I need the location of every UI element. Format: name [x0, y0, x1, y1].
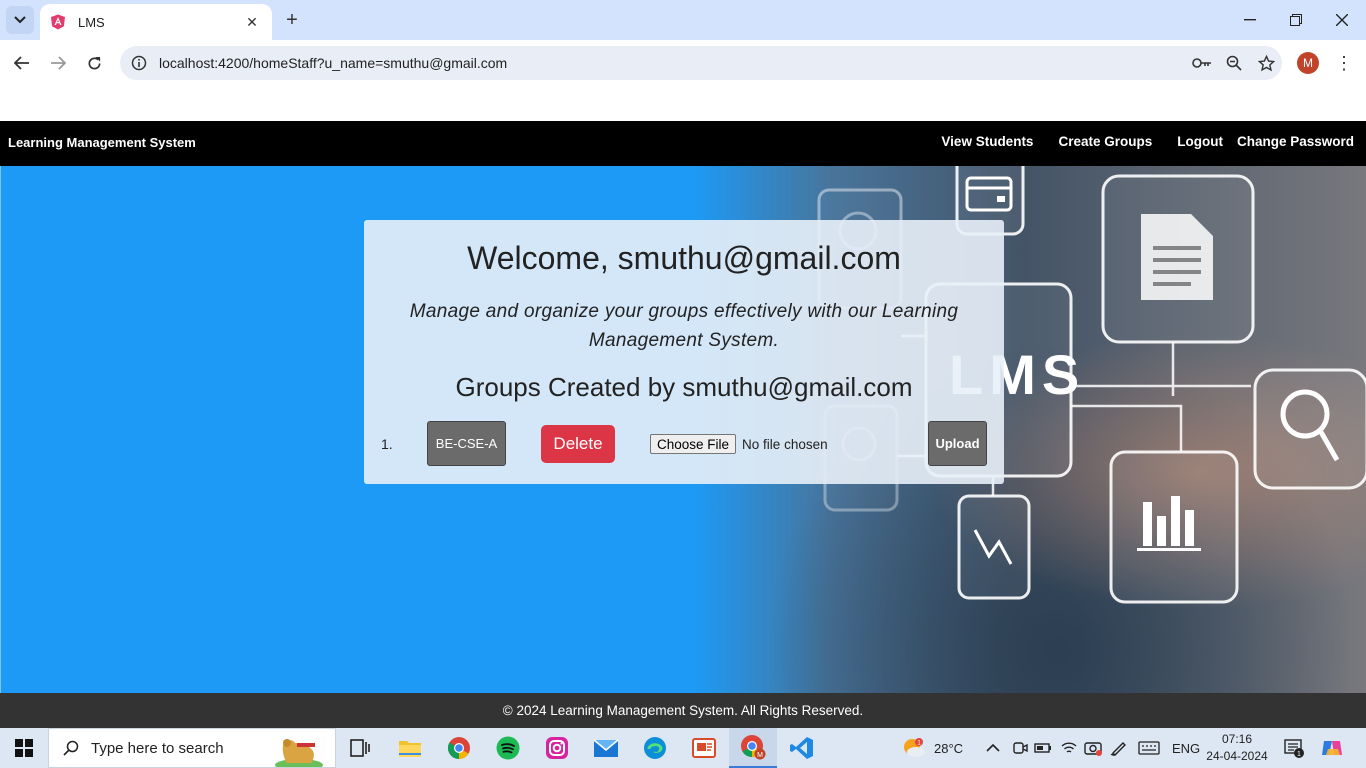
reload-icon [88, 56, 100, 69]
nav-create-groups[interactable]: Create Groups [1058, 134, 1152, 149]
nav-logout[interactable]: Logout [1177, 134, 1223, 149]
taskbar-clock[interactable]: 07:16 24-04-2024 [1204, 731, 1270, 765]
close-window-button[interactable] [1322, 6, 1362, 34]
chrome-icon [448, 737, 470, 759]
chevron-down-icon [14, 16, 26, 24]
instagram-icon [546, 737, 568, 759]
restore-button[interactable] [1276, 6, 1316, 34]
taskbar-instagram[interactable] [533, 728, 581, 768]
weather-sun-cloud-icon: 1 [904, 738, 925, 757]
tray-meet-now-icon[interactable] [1012, 728, 1028, 768]
edge-icon [644, 737, 666, 759]
hero-section: LMS Welcome, smuthu@gmail.com Manage and… [0, 166, 1366, 693]
tab-search-button[interactable] [6, 6, 34, 34]
site-info-icon[interactable] [122, 55, 156, 71]
nav-view-students[interactable]: View Students [941, 134, 1033, 149]
taskbar-edge[interactable] [631, 728, 679, 768]
tray-battery-icon[interactable] [1034, 728, 1052, 768]
upload-button[interactable]: Upload [928, 421, 987, 466]
tray-wifi-icon[interactable] [1060, 728, 1078, 768]
page-footer: © 2024 Learning Management System. All R… [0, 693, 1366, 728]
chrome-profile-initial: M [757, 752, 763, 759]
taskbar-search-box[interactable]: Type here to search [48, 728, 336, 768]
app-navbar: Learning Management System View Students… [0, 121, 1366, 166]
spotify-icon [496, 736, 520, 760]
welcome-heading: Welcome, smuthu@gmail.com [467, 240, 901, 276]
minimize-button[interactable] [1230, 6, 1270, 34]
arrow-right-icon [51, 56, 66, 70]
mail-icon [593, 739, 619, 757]
taskbar-vscode[interactable] [778, 728, 826, 768]
reload-button[interactable] [80, 49, 108, 77]
browser-tab-strip: LMS ✕ + [0, 0, 1366, 40]
group-row-index: 1. [381, 436, 393, 452]
tray-keyboard-icon[interactable] [1138, 728, 1160, 768]
task-view-icon [350, 739, 370, 757]
file-input: Choose File No file chosen [650, 434, 828, 454]
search-highlight-dog-icon [275, 739, 323, 767]
welcome-card: Welcome, smuthu@gmail.com Manage and org… [364, 220, 1004, 484]
back-button[interactable] [8, 49, 36, 77]
browser-toolbar: localhost:4200/homeStaff?u_name=smuthu@g… [0, 40, 1366, 86]
close-icon [1336, 14, 1348, 26]
tray-language[interactable]: ENG [1172, 728, 1200, 768]
windows-logo-icon [15, 739, 33, 757]
search-icon [63, 740, 79, 756]
taskbar-powerpoint[interactable] [680, 728, 728, 768]
bookmark-star-icon[interactable] [1250, 47, 1282, 79]
angular-favicon-icon [51, 14, 65, 30]
weather-badge: 1 [917, 740, 921, 747]
browser-tab-lms[interactable]: LMS ✕ [40, 4, 272, 40]
forward-button[interactable] [44, 49, 72, 77]
delete-group-button[interactable]: Delete [541, 425, 615, 463]
vscode-icon [790, 737, 813, 759]
taskbar-spotify[interactable] [484, 728, 532, 768]
brand-title[interactable]: Learning Management System [8, 135, 196, 150]
search-placeholder: Type here to search [91, 739, 224, 757]
notification-icon: 1 [1284, 739, 1304, 758]
notification-center[interactable]: 1 [1284, 728, 1304, 768]
notification-count: 1 [1297, 751, 1301, 758]
profile-avatar[interactable]: M [1297, 52, 1319, 74]
nav-change-password[interactable]: Change Password [1237, 134, 1354, 149]
presentation-icon [692, 738, 716, 758]
task-view-button[interactable] [336, 728, 384, 768]
close-tab-icon[interactable]: ✕ [242, 12, 262, 32]
password-key-icon[interactable] [1186, 47, 1218, 79]
groups-heading: Groups Created by smuthu@gmail.com [455, 372, 913, 402]
taskbar-chrome[interactable] [435, 728, 483, 768]
taskbar-chrome-profile[interactable]: M [729, 728, 777, 768]
tagline: Manage and organize your groups effectiv… [409, 301, 959, 351]
restore-icon [1290, 14, 1302, 26]
clock-date: 24-04-2024 [1206, 749, 1268, 763]
chrome-profile-icon: M [741, 735, 766, 760]
tray-chevron-up-icon[interactable] [986, 728, 1000, 768]
weather-temp: 28°C [934, 740, 964, 756]
page-top-blank [0, 86, 1366, 121]
minimize-icon [1244, 19, 1256, 21]
group-button-be-cse-a[interactable]: BE-CSE-A [427, 421, 506, 466]
copilot-icon [1322, 741, 1342, 755]
new-tab-button[interactable]: + [280, 8, 304, 32]
nav-links: View Students Create Groups Logout Chang… [916, 134, 1354, 149]
zoom-icon[interactable] [1218, 47, 1250, 79]
weather-widget[interactable]: 1 28°C [902, 728, 963, 768]
windows-taskbar: Type here to search M 1 28°C ENG 07:16 2… [0, 728, 1366, 768]
browser-menu-icon[interactable]: ⋮ [1332, 50, 1356, 76]
address-bar[interactable]: localhost:4200/homeStaff?u_name=smuthu@g… [120, 46, 1282, 80]
file-status-text: No file chosen [742, 436, 828, 452]
start-button[interactable] [0, 728, 48, 768]
url-text[interactable]: localhost:4200/homeStaff?u_name=smuthu@g… [159, 55, 1186, 71]
tray-pen-icon[interactable] [1110, 728, 1128, 768]
tab-title: LMS [78, 14, 105, 30]
taskbar-mail[interactable] [582, 728, 630, 768]
copilot-button[interactable] [1320, 728, 1344, 768]
choose-file-button[interactable]: Choose File [650, 434, 737, 454]
folder-icon [399, 741, 421, 757]
clock-time: 07:16 [1221, 732, 1253, 746]
arrow-left-icon [14, 56, 29, 70]
tray-camera-off-icon[interactable] [1084, 728, 1102, 768]
taskbar-file-explorer[interactable] [386, 728, 434, 768]
